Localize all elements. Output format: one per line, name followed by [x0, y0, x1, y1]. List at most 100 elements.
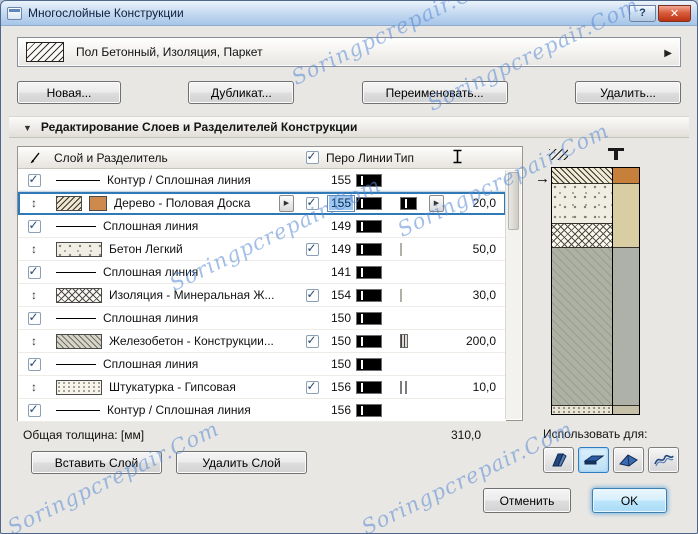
wall-icon — [551, 453, 567, 467]
move-handle-icon[interactable] — [31, 334, 37, 348]
pen-number[interactable]: 150 — [326, 334, 356, 348]
chevron-right-icon[interactable] — [664, 45, 672, 59]
thickness-value[interactable]: 200,0 — [440, 334, 506, 348]
fill-pattern-swatch[interactable] — [56, 333, 102, 349]
line-checkbox[interactable] — [27, 264, 41, 279]
layer-checkbox[interactable] — [305, 241, 319, 256]
pen-number[interactable]: 156 — [326, 403, 356, 417]
rename-button[interactable]: Переименовать... — [361, 81, 508, 104]
fill-pattern-swatch[interactable] — [56, 287, 102, 303]
delete-button[interactable]: Удалить... — [574, 81, 681, 104]
pen-number-input[interactable]: 155 — [327, 194, 355, 212]
fill-pattern-swatch[interactable] — [56, 195, 82, 211]
layer-checkbox[interactable] — [305, 195, 319, 210]
move-handle-icon[interactable] — [31, 196, 37, 210]
layer-row[interactable]: Бетон Легкий 149 50,0 — [18, 238, 506, 261]
fill-picker-button[interactable] — [279, 194, 294, 212]
layer-checkbox[interactable] — [305, 287, 319, 302]
pen-number[interactable]: 141 — [326, 265, 356, 279]
line-type-swatch[interactable] — [400, 196, 417, 210]
move-handle-icon[interactable] — [31, 380, 37, 394]
collapse-icon[interactable] — [23, 120, 32, 134]
fill-pattern-swatch[interactable] — [56, 379, 102, 395]
section-header[interactable]: Редактирование Слоев и Разделителей Конс… — [9, 116, 689, 138]
table-scrollbar[interactable] — [505, 170, 521, 419]
pen-number[interactable]: 155 — [326, 173, 356, 187]
layer-checkbox[interactable] — [305, 333, 319, 348]
scrollbar-thumb[interactable] — [508, 172, 519, 230]
thickness-value[interactable]: 50,0 — [440, 242, 506, 256]
separator-name: Сплошная линия — [103, 219, 199, 233]
use-for-roof-button[interactable] — [613, 447, 644, 473]
move-handle-icon[interactable] — [31, 242, 37, 256]
section-fill-icon — [549, 148, 568, 160]
separator-name: Сплошная линия — [103, 311, 199, 325]
titlebar[interactable]: Многослойные Конструкции ? ✕ — [1, 1, 697, 26]
use-for-slab-button[interactable] — [578, 447, 609, 473]
pen-color-swatch[interactable] — [356, 173, 382, 187]
fill-pattern-swatch[interactable] — [56, 241, 102, 257]
preview-panel: Использовать для: — [523, 146, 689, 474]
preview-band-reinforced-concrete[interactable] — [552, 248, 612, 406]
separator-row[interactable]: Контур / Сплошная линия 155 — [18, 169, 506, 192]
move-handle-icon[interactable] — [31, 288, 37, 302]
pen-color-swatch[interactable] — [356, 311, 382, 325]
composite-preview[interactable] — [551, 167, 640, 415]
surface-color-swatch[interactable] — [89, 195, 107, 211]
cancel-button[interactable]: Отменить — [483, 488, 571, 513]
layer-row[interactable]: Изоляция - Минеральная Ж... 154 30,0 — [18, 284, 506, 307]
pen-color-swatch[interactable] — [356, 288, 382, 302]
pen-number[interactable]: 150 — [326, 357, 356, 371]
separator-row[interactable]: Сплошная линия 150 — [18, 353, 506, 376]
pen-color-swatch[interactable] — [356, 403, 382, 417]
separator-row[interactable]: Сплошная линия 141 — [18, 261, 506, 284]
pen-color-swatch[interactable] — [356, 242, 382, 256]
pen-color-swatch[interactable] — [356, 219, 382, 233]
line-checkbox[interactable] — [27, 172, 41, 187]
pen-number[interactable]: 156 — [326, 380, 356, 394]
pen-color-swatch[interactable] — [356, 357, 382, 371]
line-checkbox[interactable] — [27, 356, 41, 371]
ok-button[interactable]: OK — [592, 488, 667, 513]
separator-row[interactable]: Сплошная линия 149 — [18, 215, 506, 238]
layer-row-selected[interactable]: Дерево - Половая Доска 155 20 — [18, 192, 506, 215]
pen-color-swatch[interactable] — [356, 334, 382, 348]
composite-selector[interactable]: Пол Бетонный, Изоляция, Паркет — [17, 37, 681, 67]
pen-color-swatch[interactable] — [356, 265, 382, 279]
separator-row[interactable]: Контур / Сплошная линия 156 — [18, 399, 506, 422]
preview-band-insulation[interactable] — [552, 224, 612, 248]
duplicate-button[interactable]: Дубликат... — [188, 81, 295, 104]
line-checkbox[interactable] — [27, 310, 41, 325]
preview-surface-bottom[interactable] — [613, 406, 639, 414]
help-button[interactable]: ? — [629, 4, 656, 22]
preview-surface-wood[interactable] — [613, 168, 639, 184]
pen-number[interactable]: 154 — [326, 288, 356, 302]
use-for-wall-button[interactable] — [543, 447, 574, 473]
close-button[interactable]: ✕ — [658, 4, 691, 22]
preview-band-wood[interactable] — [552, 168, 612, 184]
preview-band-concrete[interactable] — [552, 184, 612, 224]
core-mark — [400, 334, 408, 348]
preview-surface-beige[interactable] — [613, 184, 639, 248]
layer-row[interactable]: Штукатурка - Гипсовая 156 10,0 — [18, 376, 506, 399]
line-checkbox[interactable] — [27, 218, 41, 233]
pen-number[interactable]: 150 — [326, 311, 356, 325]
layer-checkbox[interactable] — [305, 379, 319, 394]
insert-layer-button[interactable]: Вставить Слой — [31, 451, 162, 474]
thickness-value[interactable]: 30,0 — [440, 288, 506, 302]
use-for-shell-button[interactable] — [648, 447, 679, 473]
new-button[interactable]: Новая... — [17, 81, 121, 104]
section-fill-column — [552, 168, 612, 414]
thickness-value[interactable]: 10,0 — [440, 380, 506, 394]
pen-color-swatch[interactable] — [356, 380, 382, 394]
preview-surface-gray[interactable] — [613, 248, 639, 406]
line-checkbox[interactable] — [27, 402, 41, 417]
layer-row[interactable]: Железобетон - Конструкции... 150 200,0 — [18, 330, 506, 353]
pen-color-swatch[interactable] — [356, 196, 382, 210]
remove-layer-button[interactable]: Удалить Слой — [176, 451, 307, 474]
separator-row[interactable]: Сплошная линия 150 — [18, 307, 506, 330]
preview-band-stucco[interactable] — [552, 406, 612, 414]
pen-number[interactable]: 149 — [326, 242, 356, 256]
pen-number[interactable]: 149 — [326, 219, 356, 233]
thickness-value[interactable]: 20,0 — [440, 196, 506, 210]
